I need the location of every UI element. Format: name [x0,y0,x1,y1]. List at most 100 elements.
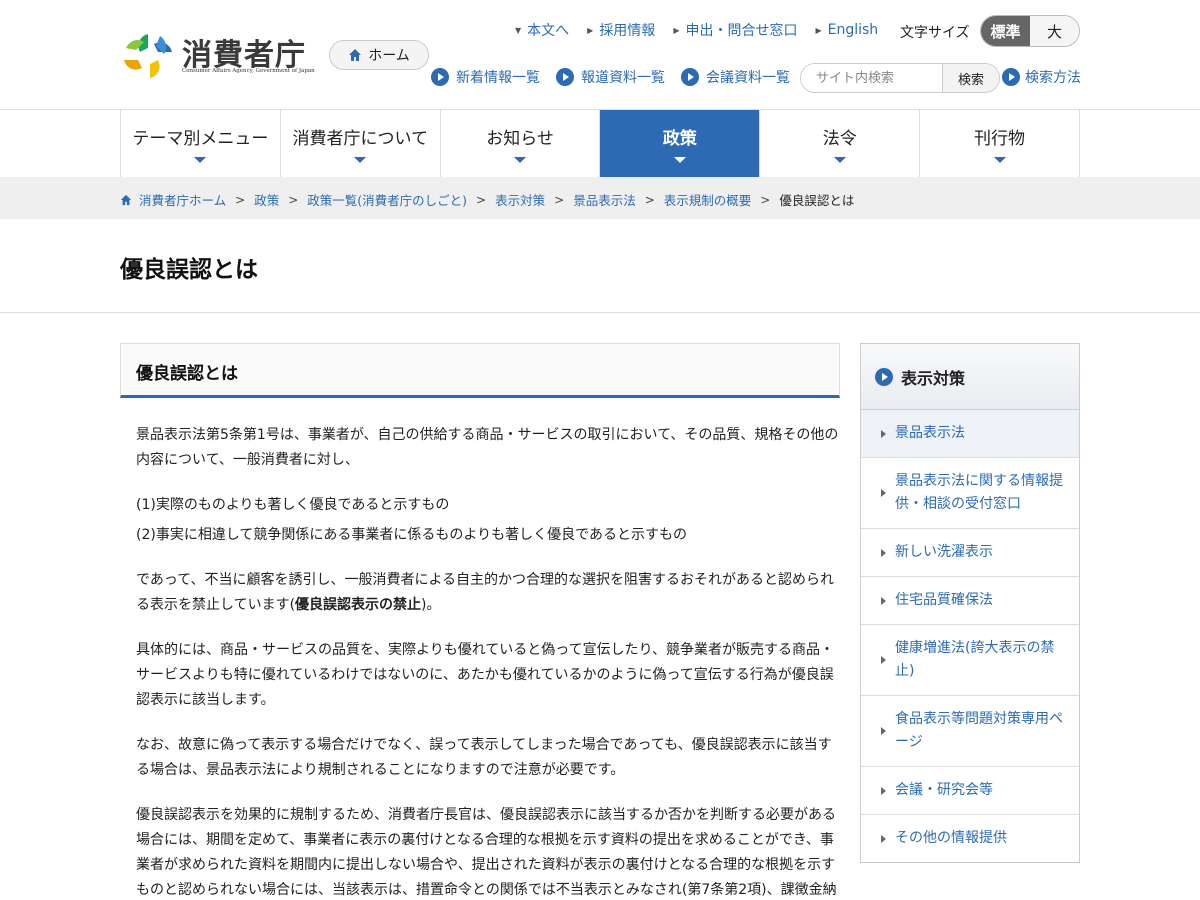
top-link-skip[interactable]: ▼ 本文へ [515,20,569,40]
chevron-down-icon [833,157,846,163]
article-body: 景品表示法第5条第1号は、事業者が、自己の供給する商品・サービスの取引において、… [136,423,840,900]
breadcrumb-link[interactable]: 景品表示法 [573,190,636,209]
sidebar-item-laundry-labels[interactable]: 新しい洗濯表示 [861,529,1079,577]
emphasis-text: 優良誤認表示の禁止 [295,597,422,613]
search-method-link[interactable]: 検索方法 [1002,67,1081,87]
font-size-label: 文字サイズ [900,25,970,41]
chevron-down-icon [514,157,527,163]
caret-right-icon [881,727,886,735]
paragraph-text: )。 [421,597,441,613]
breadcrumb: 消費者庁ホーム > 政策 > 政策一覧(消費者庁のしごと) > 表示対策 > 景… [120,190,854,209]
caret-right-icon [881,656,886,664]
logo-mark-icon [124,34,172,78]
list-item: (1)実際のものよりも著しく優良であると示すもの [136,497,450,513]
nav-item-publications[interactable]: 刊行物 [920,110,1080,177]
breadcrumb-separator: > [760,192,771,207]
circle-arrow-icon [556,68,574,86]
sidebar-item-label: 健康増進法(誇大表示の禁止) [895,640,1055,679]
breadcrumb-link[interactable]: 政策 [254,190,279,209]
top-link-label: 採用情報 [599,23,656,39]
top-link-label: 申出・問合せ窓口 [685,23,798,39]
global-nav: テーマ別メニュー 消費者庁について お知らせ 政策 法令 刊行物 [120,110,1080,177]
paragraph: であって、不当に顧客を誘引し、一般消費者による自主的かつ合理的な選択を阻害するお… [136,568,840,618]
paragraph: なお、故意に偽って表示する場合だけでなく、誤って表示してしまった場合であっても、… [136,737,832,778]
sidebar-item-health-promotion[interactable]: 健康増進法(誇大表示の禁止) [861,625,1079,696]
font-size-toggle: 標準 大 [980,15,1080,47]
breadcrumb-bar: 消費者庁ホーム > 政策 > 政策一覧(消費者庁のしごと) > 表示対策 > 景… [0,177,1200,219]
nav-item-label: 消費者庁について [292,129,428,149]
sub-link-news[interactable]: 新着情報一覧 [431,67,540,87]
search-button[interactable]: 検索 [942,64,999,92]
paragraph-text: であって、不当に顧客を誘引し、一般消費者による自主的かつ合理的な選択を阻害するお… [136,572,835,613]
sidebar-title: 表示対策 [901,368,966,388]
caret-right-icon [881,786,886,795]
breadcrumb-link[interactable]: 表示規制の概要 [664,190,752,209]
top-link-contact[interactable]: ▶ 申出・問合せ窓口 [673,20,797,40]
circle-arrow-icon [1002,68,1020,86]
top-link-label: 本文へ [527,23,570,39]
sidebar-item-label: 住宅品質確保法 [895,592,993,608]
font-size-large-button[interactable]: 大 [1030,16,1079,46]
search-input[interactable] [801,64,942,92]
breadcrumb-separator: > [288,192,299,207]
nav-item-about[interactable]: 消費者庁について [280,110,441,177]
top-link-recruit[interactable]: ▶ 採用情報 [587,20,655,40]
content-heading-box: 優良誤認とは [120,343,840,398]
breadcrumb-separator: > [476,192,487,207]
page-title: 優良誤認とは [120,257,258,283]
sub-link-label: 報道資料一覧 [581,70,665,86]
breadcrumb-separator: > [235,192,246,207]
top-link-english[interactable]: ▶ English [815,20,878,40]
sidebar-item-food-labeling[interactable]: 食品表示等問題対策専用ページ [861,696,1079,767]
nav-item-label: 法令 [822,129,857,149]
caret-right-icon [881,489,886,497]
caret-right-icon [881,429,886,438]
paragraph: 優良誤認表示を効果的に規制するため、消費者庁長官は、優良誤認表示に該当するか否か… [136,807,837,898]
chevron-down-icon [194,157,207,163]
sub-link-press[interactable]: 報道資料一覧 [556,67,665,87]
divider [0,312,1200,313]
logo-subtitle: Consumer Affairs Agency, Government of J… [182,68,315,74]
site-search: 検索 [800,63,1000,93]
home-button[interactable]: ホーム [329,40,429,70]
font-size-standard-button[interactable]: 標準 [981,16,1030,46]
sub-link-label: 新着情報一覧 [456,70,540,86]
nav-item-label: お知らせ [486,129,554,149]
nav-item-label: 政策 [662,129,697,149]
caret-right-icon: ▶ [673,25,680,35]
nav-item-theme-menu[interactable]: テーマ別メニュー [121,110,281,177]
top-link-label: English [827,22,879,38]
home-label: ホーム [368,48,410,64]
sidebar-item-meetings[interactable]: 会議・研究会等 [861,767,1079,815]
home-icon [349,49,362,61]
paragraph: 具体的には、商品・サービスの品質を、実際よりも優れていると偽って宣伝したり、競争… [136,642,835,708]
breadcrumb-link[interactable]: 政策一覧(消費者庁のしごと) [307,190,467,209]
sidebar-item-label: 景品表示法 [895,425,965,441]
caret-right-icon [881,596,886,605]
breadcrumb-separator: > [644,192,655,207]
sidebar-item-label: 新しい洗濯表示 [895,544,993,560]
sidebar-item-housing-quality[interactable]: 住宅品質確保法 [861,577,1079,625]
chevron-down-icon [993,157,1006,163]
home-icon [120,194,132,205]
sidebar-item-label: 会議・研究会等 [895,782,993,798]
site-logo[interactable]: 消費者庁 Consumer Affairs Agency, Government… [120,30,315,82]
chevron-down-icon [354,157,367,163]
caret-right-icon [881,548,886,557]
nav-item-news[interactable]: お知らせ [440,110,601,177]
sidebar-item-other-info[interactable]: その他の情報提供 [861,815,1079,862]
sub-link-label: 会議資料一覧 [706,70,790,86]
sidebar-item-label: 景品表示法に関する情報提供・相談の受付窓口 [895,473,1063,512]
caret-right-icon [881,834,886,843]
sidebar-item-premiums-act[interactable]: 景品表示法 [861,410,1079,458]
sidebar-item-label: 食品表示等問題対策専用ページ [895,711,1063,750]
breadcrumb-link[interactable]: 消費者庁ホーム [139,190,226,209]
sub-link-meetings[interactable]: 会議資料一覧 [681,67,790,87]
nav-item-policy[interactable]: 政策 [600,110,761,177]
breadcrumb-link[interactable]: 表示対策 [495,190,545,209]
sidebar: 表示対策 景品表示法 景品表示法に関する情報提供・相談の受付窓口 新しい洗濯表示… [860,343,1080,863]
sub-links: 新着情報一覧 報道資料一覧 会議資料一覧 [431,67,790,87]
sidebar-heading: 表示対策 [861,344,1079,410]
sidebar-item-consultation[interactable]: 景品表示法に関する情報提供・相談の受付窓口 [861,458,1079,529]
nav-item-laws[interactable]: 法令 [760,110,921,177]
